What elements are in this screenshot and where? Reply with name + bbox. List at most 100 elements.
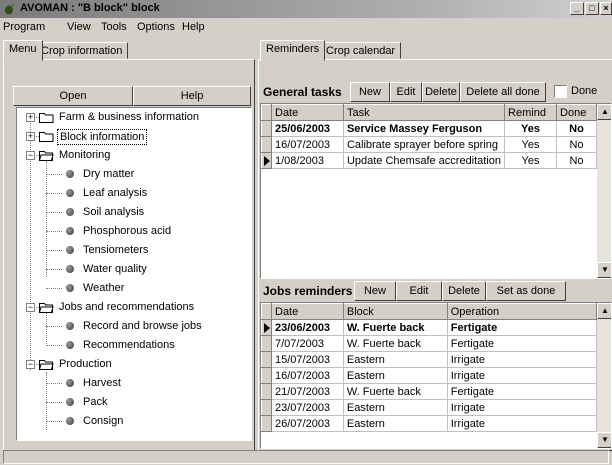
tab-menu[interactable]: Menu [3, 40, 43, 61]
table-row[interactable]: 1/08/2003 Update Chemsafe accreditation Ye… [261, 152, 597, 169]
current-row-pointer-icon[interactable] [261, 152, 272, 169]
table-cell[interactable]: Fertigate [446, 383, 598, 400]
table-cell[interactable]: 1/08/2003 [271, 152, 344, 169]
table-cell[interactable]: Irrigate [446, 415, 598, 432]
table-row[interactable]: 23/07/2003 Eastern Irrigate [261, 399, 598, 416]
table-cell[interactable]: 25/06/2003 [271, 120, 344, 137]
column-header[interactable]: Block [342, 303, 448, 320]
table-cell[interactable]: Fertigate [446, 319, 598, 336]
collapse-minus-icon[interactable]: − [26, 303, 35, 312]
table-cell[interactable]: Irrigate [446, 399, 598, 416]
general-delete-button[interactable]: Delete [422, 82, 460, 102]
table-cell[interactable]: Irrigate [446, 351, 598, 368]
set-as-done-button[interactable]: Set as done [486, 281, 566, 301]
table-row[interactable]: 23/06/2003 W. Fuerte back Fertigate [261, 319, 598, 336]
row-indicator[interactable] [261, 399, 272, 416]
row-indicator[interactable] [261, 383, 272, 400]
table-cell[interactable]: W. Fuerte back [342, 383, 448, 400]
current-row-pointer-icon[interactable] [261, 319, 272, 336]
jobs-new-button[interactable]: New [354, 281, 396, 301]
table-cell[interactable]: Calibrate sprayer before spring [342, 136, 506, 153]
delete-all-done-button[interactable]: Delete all done [460, 82, 546, 102]
table-cell[interactable]: Irrigate [446, 367, 598, 384]
help-button[interactable]: Help [133, 86, 251, 106]
table-cell[interactable]: 23/07/2003 [271, 399, 344, 416]
table-cell[interactable]: No [556, 136, 597, 153]
jobs-reminders-scrollbar[interactable]: ▲ ▼ [597, 303, 611, 448]
table-row[interactable]: 7/07/2003 W. Fuerte back Fertigate [261, 335, 598, 352]
maximize-button[interactable]: □ [585, 2, 599, 15]
table-cell[interactable]: 7/07/2003 [271, 335, 344, 352]
table-cell[interactable]: Update Chemsafe accreditation [342, 152, 506, 169]
row-indicator[interactable] [261, 136, 272, 153]
table-cell[interactable]: Fertigate [446, 335, 598, 352]
column-header[interactable]: Date [271, 303, 344, 320]
table-cell[interactable]: 23/06/2003 [271, 319, 344, 336]
general-new-button[interactable]: New [350, 82, 390, 102]
open-button[interactable]: Open [13, 86, 133, 106]
table-cell[interactable]: W. Fuerte back [342, 335, 448, 352]
menu-tools[interactable]: Tools [101, 21, 127, 33]
table-row[interactable]: 26/07/2003 Eastern Irrigate [261, 415, 598, 432]
menu-bar: Program View Tools Options Help [0, 19, 612, 36]
table-cell[interactable]: W. Fuerte back [342, 319, 448, 336]
expand-plus-icon[interactable]: + [26, 113, 35, 122]
table-cell[interactable]: Service Massey Ferguson [342, 120, 506, 137]
tab-reminders[interactable]: Reminders [260, 40, 326, 61]
general-tasks-scrollbar[interactable]: ▲ ▼ [597, 104, 611, 278]
jobs-delete-button[interactable]: Delete [442, 281, 486, 301]
table-row[interactable]: 21/07/2003 W. Fuerte back Fertigate [261, 383, 598, 400]
menu-help[interactable]: Help [182, 21, 205, 33]
table-cell[interactable]: Eastern [342, 351, 448, 368]
table-cell[interactable]: Eastern [342, 367, 448, 384]
done-filter-checkbox[interactable]: Done [554, 84, 612, 100]
minimize-button[interactable]: _ [570, 2, 584, 15]
table-cell[interactable]: No [556, 152, 597, 169]
right-tab-strip: Reminders Crop calendar [258, 40, 608, 61]
table-cell[interactable]: 16/07/2003 [271, 136, 344, 153]
table-cell[interactable]: Eastern [342, 399, 448, 416]
jobs-reminders-table: Date Block Operation 23/06/2003 W. Fuerte ba… [261, 303, 598, 432]
column-header[interactable]: Done [556, 104, 597, 121]
column-header[interactable]: Task [342, 104, 506, 121]
close-button[interactable]: × [600, 2, 612, 15]
column-header[interactable]: Operation [446, 303, 598, 320]
table-row[interactable]: 16/07/2003 Eastern Irrigate [261, 367, 598, 384]
table-cell[interactable]: Eastern [342, 415, 448, 432]
row-indicator[interactable] [261, 120, 272, 137]
menu-view[interactable]: View [67, 21, 91, 33]
title-bar[interactable]: AVOMAN : "B block" block _ □ × [0, 0, 612, 18]
table-row[interactable]: 15/07/2003 Eastern Irrigate [261, 351, 598, 368]
general-edit-button[interactable]: Edit [390, 82, 422, 102]
table-cell[interactable]: 15/07/2003 [271, 351, 344, 368]
table-row[interactable]: 16/07/2003 Calibrate sprayer before sprin… [261, 136, 597, 153]
table-cell[interactable]: Yes [504, 136, 558, 153]
row-indicator[interactable] [261, 335, 272, 352]
scroll-up-arrow-icon[interactable]: ▲ [597, 104, 611, 120]
tab-crop-information[interactable]: Crop information [35, 42, 129, 59]
row-indicator[interactable] [261, 351, 272, 368]
checkbox-box[interactable] [554, 85, 567, 98]
collapse-minus-icon[interactable]: − [26, 360, 35, 369]
table-cell[interactable]: Yes [504, 120, 558, 137]
menu-options[interactable]: Options [137, 21, 175, 33]
scroll-down-arrow-icon[interactable]: ▼ [597, 432, 611, 448]
table-row[interactable]: 25/06/2003 Service Massey Ferguson Yes No [261, 120, 597, 137]
column-header[interactable]: Date [271, 104, 344, 121]
collapse-minus-icon[interactable]: − [26, 151, 35, 160]
table-cell[interactable]: 21/07/2003 [271, 383, 344, 400]
column-header[interactable]: Remind [504, 104, 558, 121]
row-indicator[interactable] [261, 367, 272, 384]
jobs-edit-button[interactable]: Edit [396, 281, 442, 301]
tree-node-label: Weather [83, 282, 125, 294]
table-cell[interactable]: No [556, 120, 597, 137]
table-cell[interactable]: 16/07/2003 [271, 367, 344, 384]
table-cell[interactable]: Yes [504, 152, 558, 169]
scroll-down-arrow-icon[interactable]: ▼ [597, 262, 611, 278]
tab-crop-calendar[interactable]: Crop calendar [320, 42, 402, 59]
menu-program[interactable]: Program [3, 21, 45, 33]
expand-plus-icon[interactable]: + [26, 132, 35, 141]
scroll-up-arrow-icon[interactable]: ▲ [597, 303, 611, 319]
row-indicator[interactable] [261, 415, 272, 432]
table-cell[interactable]: 26/07/2003 [271, 415, 344, 432]
